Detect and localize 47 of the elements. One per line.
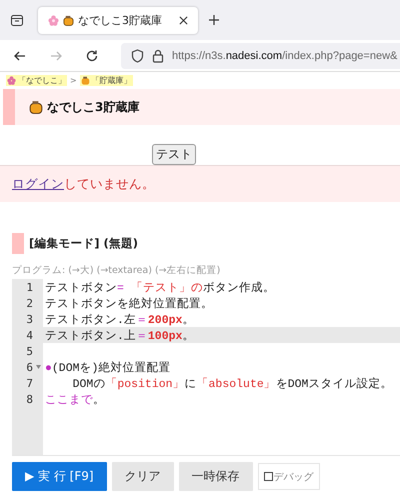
new-tab-icon[interactable] bbox=[208, 14, 220, 26]
login-notice-text: していません。 bbox=[64, 176, 155, 192]
code-line: テストボタン.左＝200px。 bbox=[44, 312, 194, 326]
line-number: 3 bbox=[25, 312, 33, 326]
jar-icon bbox=[29, 100, 43, 114]
url-text: https://n3s.nadesi.com/index.php?page=new& bbox=[172, 50, 398, 62]
code-line: テストボタン.上＝100px。 bbox=[44, 328, 194, 342]
flower-icon bbox=[7, 76, 16, 85]
action-button[interactable]: クリア bbox=[112, 462, 174, 491]
close-icon[interactable] bbox=[179, 16, 188, 24]
line-number: 1 bbox=[25, 280, 33, 294]
line-number: 6 bbox=[25, 360, 33, 374]
address-bar[interactable]: https://n3s.nadesi.com/index.php?page=new& bbox=[121, 42, 400, 68]
line-number: 2 bbox=[25, 296, 33, 310]
code-editor[interactable]: 1 テストボタン= 「テスト」のボタン作成。 2 テストボタンを絶対位置配置。 3 テストボタン.左＝200px。 4 テストボタン.上＝100px。 5 6 ●(DOMを)絶対位置配置 7 DOMの「position」に「absolute」をDOMスタイル設定。 8 ここまで。 bbox=[12, 279, 400, 456]
shield-icon[interactable] bbox=[131, 48, 144, 62]
line-number: 7 bbox=[25, 376, 33, 390]
browser-tab[interactable]: なでしこ3貯蔵庫 bbox=[38, 6, 198, 34]
debug-checkbox[interactable]: デバッグ bbox=[258, 463, 320, 490]
code-line: テストボタンを絶対位置配置。 bbox=[44, 296, 213, 310]
code-line: ここまで。 bbox=[44, 392, 105, 406]
breadcrumb-separator: > bbox=[70, 76, 77, 85]
tab-list-icon[interactable] bbox=[10, 13, 24, 27]
program-label: プログラム: (→大) (→textarea) (→左右に配置) bbox=[12, 264, 222, 277]
reload-icon[interactable] bbox=[85, 48, 99, 62]
action-button[interactable]: 一時保存 bbox=[178, 462, 253, 491]
test-button[interactable]: テスト bbox=[152, 144, 196, 165]
editor-heading: [編集モード] (無題) bbox=[29, 236, 138, 251]
fold-caret-icon[interactable] bbox=[36, 365, 40, 369]
tab-title: なでしこ3貯蔵庫 bbox=[78, 12, 163, 28]
login-link[interactable]: ログイン bbox=[12, 176, 64, 192]
flower-icon bbox=[48, 14, 59, 26]
line-number: 4 bbox=[25, 328, 33, 342]
jar-icon bbox=[80, 76, 90, 85]
line-number: 8 bbox=[25, 392, 33, 406]
code-line: テストボタン= 「テスト」のボタン作成。 bbox=[44, 280, 275, 294]
jar-icon bbox=[63, 14, 74, 26]
lock-icon[interactable] bbox=[152, 48, 164, 62]
page-title: なでしこ3貯蔵庫 bbox=[47, 98, 140, 116]
heading-marker bbox=[12, 233, 24, 254]
run-button[interactable]: ▶ 実 行 [F9] bbox=[12, 462, 107, 491]
breadcrumb-link[interactable]: 「なでしこ」 bbox=[6, 75, 67, 86]
breadcrumb-link[interactable]: 「貯蔵庫」 bbox=[80, 75, 133, 86]
code-line: DOMの「position」に「absolute」をDOMスタイル設定。 bbox=[72, 376, 392, 390]
code-line: ●(DOMを)絶対位置配置 bbox=[44, 360, 170, 374]
line-number: 5 bbox=[25, 344, 33, 358]
back-icon[interactable] bbox=[13, 48, 27, 62]
